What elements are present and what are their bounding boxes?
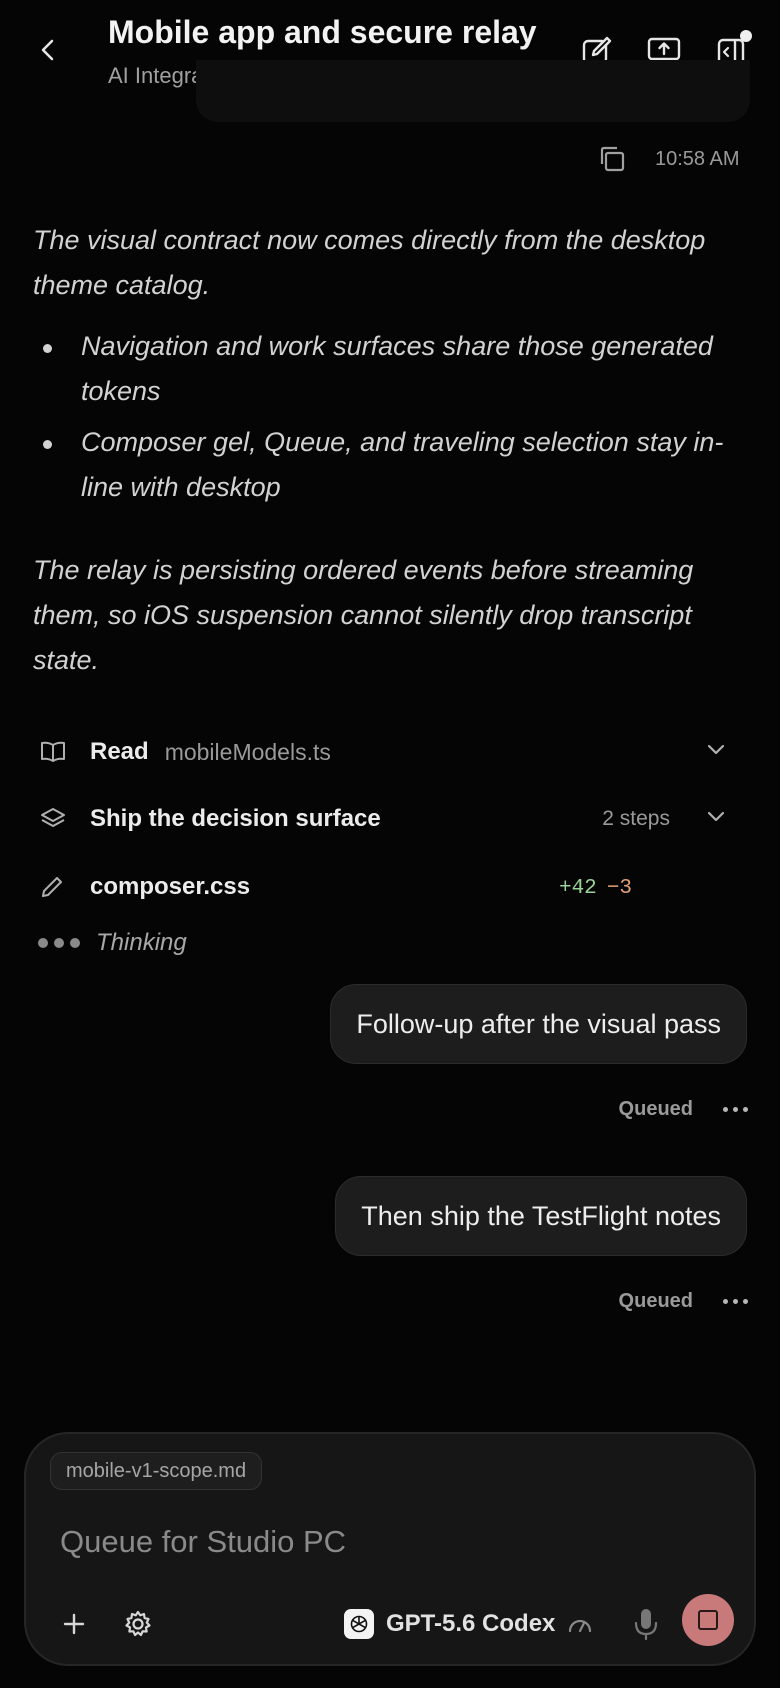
tool-edit-row[interactable]: composer.css +42 −3: [40, 865, 740, 909]
notification-dot: [740, 30, 752, 42]
attachment-chip[interactable]: mobile-v1-scope.md: [50, 1452, 263, 1490]
more-options-icon[interactable]: [723, 1298, 748, 1304]
layers-icon: [40, 806, 74, 832]
speed-gauge-icon: [569, 1619, 592, 1633]
tool-edit-file: composer.css: [90, 873, 251, 900]
more-options-icon[interactable]: [723, 1106, 748, 1112]
voice-input-button[interactable]: [626, 1602, 666, 1646]
message-meta: 10:58 AM: [0, 140, 780, 180]
stop-icon: [698, 1610, 718, 1630]
list-item: Composer gel, Queue, and traveling selec…: [33, 420, 753, 510]
settings-button[interactable]: [118, 1604, 158, 1644]
tool-read-row[interactable]: Read mobileModels.ts: [40, 730, 740, 774]
model-name: GPT-5.6 Codex: [386, 1610, 556, 1637]
chevron-left-icon: [41, 39, 54, 61]
copy-icon[interactable]: [597, 144, 627, 174]
tool-read-label: Read: [90, 738, 149, 765]
queued-status-row: Queued: [619, 1094, 748, 1124]
microphone-icon: [634, 1609, 658, 1641]
pencil-icon: [40, 875, 74, 899]
queued-status: Queued: [618, 1289, 693, 1312]
plus-icon: [63, 1613, 85, 1635]
tool-plan-label: Ship the decision surface: [90, 805, 381, 832]
queued-message-bubble[interactable]: Follow-up after the visual pass: [330, 984, 747, 1064]
chevron-down-icon: [707, 811, 725, 822]
assistant-paragraph-1: The visual contract now comes directly f…: [33, 225, 706, 300]
message-input[interactable]: Queue for Studio PC: [60, 1524, 346, 1560]
tool-read-file: mobileModels.ts: [164, 738, 331, 765]
tool-plan-steps: 2 steps: [602, 807, 670, 830]
thinking-label: Thinking: [96, 929, 187, 956]
tool-plan-row[interactable]: Ship the decision surface 2 steps: [40, 797, 740, 841]
queued-status: Queued: [618, 1097, 693, 1120]
model-selector[interactable]: GPT-5.6 Codex: [344, 1604, 593, 1644]
thinking-dots-icon: [38, 938, 80, 948]
assistant-bullet-list: Navigation and work surfaces share those…: [33, 324, 753, 516]
queued-status-row: Queued: [619, 1286, 748, 1316]
add-attachment-button[interactable]: [54, 1604, 94, 1644]
assistant-paragraph-2: The relay is persisting ordered events b…: [33, 555, 694, 675]
diff-deletions: −3: [606, 876, 632, 900]
list-item: Navigation and work surfaces share those…: [33, 324, 753, 414]
gear-icon: [125, 1610, 151, 1637]
back-button[interactable]: [30, 32, 66, 68]
previous-message-bubble: [196, 60, 750, 122]
chevron-down-icon: [707, 744, 725, 755]
book-icon: [40, 741, 74, 763]
composer: mobile-v1-scope.md Queue for Studio PC G…: [24, 1432, 756, 1666]
message-time: 10:58 AM: [655, 148, 740, 170]
model-logo-icon: [344, 1609, 374, 1639]
stop-button[interactable]: [682, 1594, 734, 1646]
queued-message-bubble[interactable]: Then ship the TestFlight notes: [335, 1176, 747, 1256]
thinking-indicator: Thinking: [38, 925, 187, 961]
diff-additions: +42: [558, 876, 597, 900]
diff-stats: +42 −3: [559, 875, 632, 900]
page-title: Mobile app and secure relay: [108, 14, 537, 50]
